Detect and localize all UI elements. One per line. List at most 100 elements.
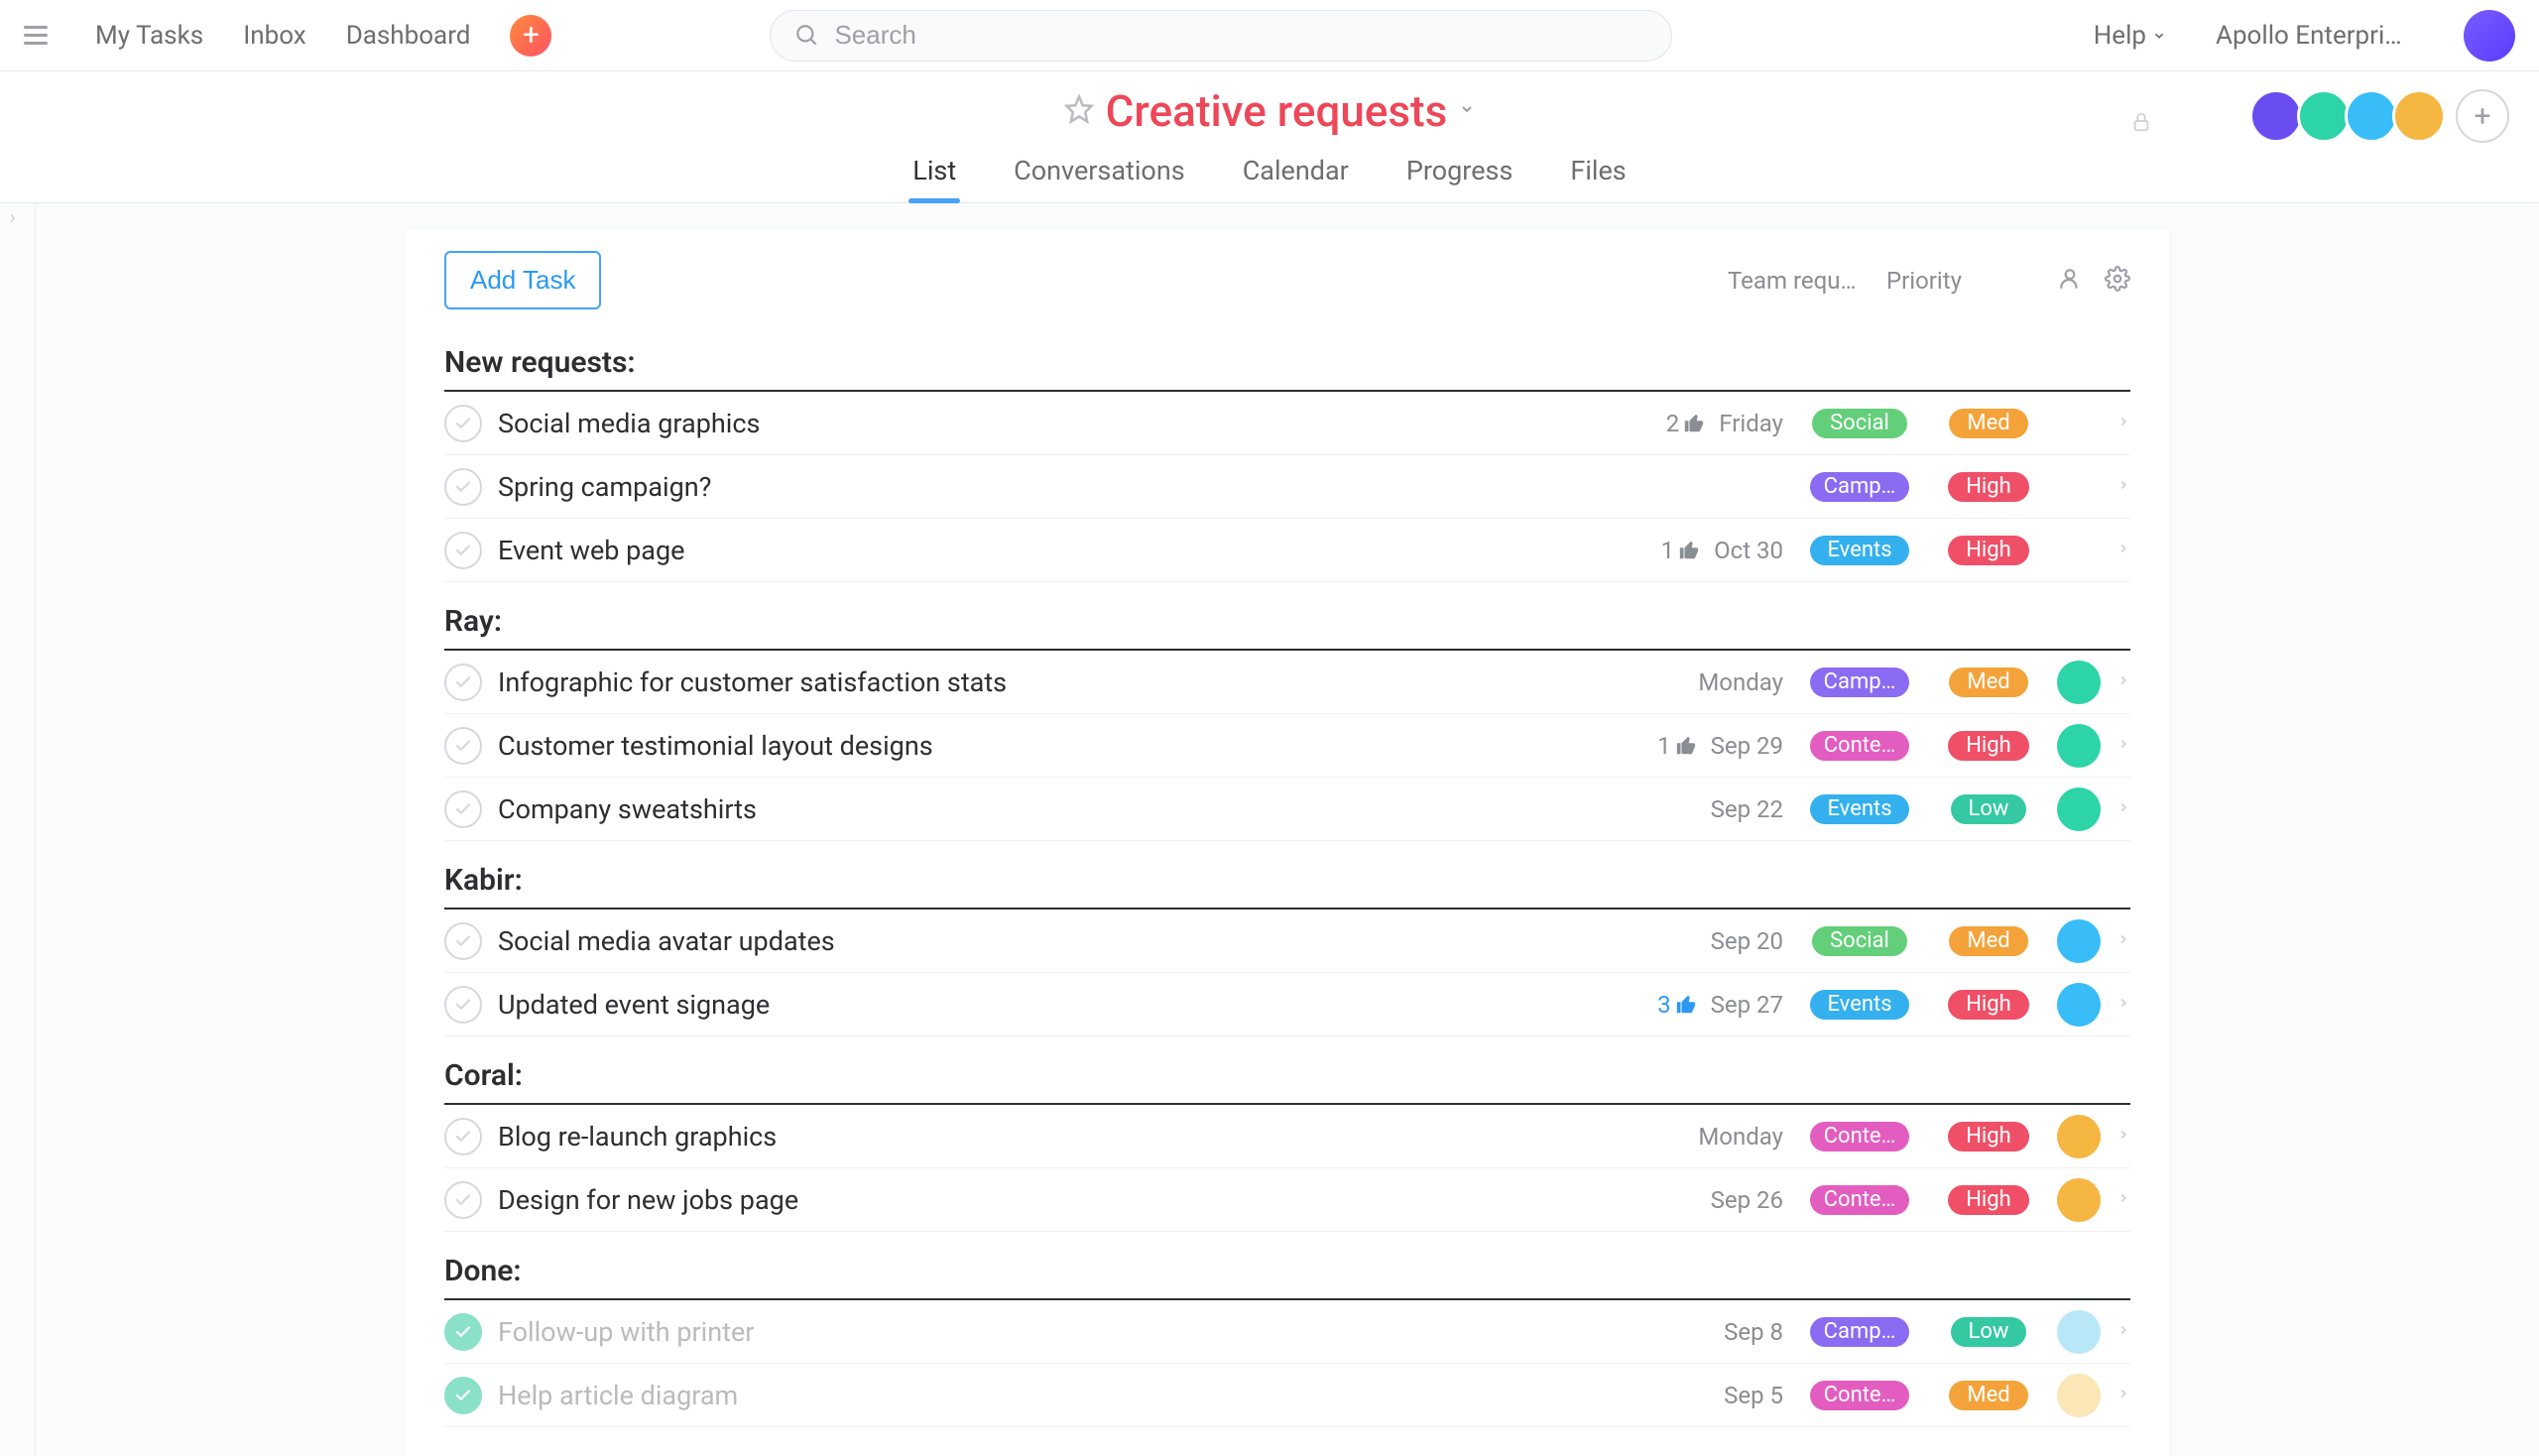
task-row[interactable]: Spring campaign?Camp…High xyxy=(444,455,2130,519)
tab-calendar[interactable]: Calendar xyxy=(1239,147,1353,202)
team-tag[interactable]: Camp… xyxy=(1810,472,1909,502)
open-task-icon[interactable] xyxy=(2116,541,2130,559)
open-task-icon[interactable] xyxy=(2116,672,2130,691)
assignee-avatar[interactable] xyxy=(2057,919,2101,963)
priority-tag[interactable]: Med xyxy=(1949,926,2027,956)
search-box[interactable] xyxy=(770,10,1672,61)
open-task-icon[interactable] xyxy=(2116,799,2130,818)
tab-files[interactable]: Files xyxy=(1566,147,1630,202)
project-title[interactable]: Creative requests xyxy=(1106,85,1448,137)
member-avatar[interactable] xyxy=(2345,89,2398,143)
open-task-icon[interactable] xyxy=(2116,1322,2130,1341)
section-title[interactable]: Ray: xyxy=(444,582,2130,651)
open-task-icon[interactable] xyxy=(2116,1190,2130,1209)
priority-tag[interactable]: Low xyxy=(1951,1317,2027,1347)
priority-tag[interactable]: High xyxy=(1948,472,2029,502)
team-tag[interactable]: Events xyxy=(1810,536,1909,565)
complete-checkbox[interactable] xyxy=(444,405,482,442)
team-tag[interactable]: Events xyxy=(1810,990,1909,1020)
open-task-icon[interactable] xyxy=(2116,995,2130,1014)
add-task-button[interactable]: Add Task xyxy=(444,251,601,309)
menu-icon[interactable] xyxy=(24,18,60,54)
sidebar-collapsed[interactable]: › xyxy=(0,203,36,1456)
user-avatar[interactable] xyxy=(2464,10,2515,61)
team-tag[interactable]: Conte… xyxy=(1810,1185,1909,1215)
task-row[interactable]: Social media avatar updatesSep 20SocialM… xyxy=(444,910,2130,973)
search-input[interactable] xyxy=(834,20,1647,51)
project-menu-caret[interactable] xyxy=(1459,101,1475,121)
column-team-request[interactable]: Team reque… xyxy=(1728,267,1857,295)
task-row[interactable]: Help article diagramSep 5Conte…Med xyxy=(444,1364,2130,1427)
open-task-icon[interactable] xyxy=(2116,1386,2130,1404)
team-tag[interactable]: Social xyxy=(1812,926,1907,956)
star-icon[interactable] xyxy=(1064,94,1094,128)
complete-checkbox[interactable] xyxy=(444,986,482,1024)
section-title[interactable]: New requests: xyxy=(444,323,2130,392)
priority-tag[interactable]: Med xyxy=(1949,667,2027,697)
lock-icon[interactable] xyxy=(2130,111,2152,137)
tab-list[interactable]: List xyxy=(908,147,960,202)
task-row[interactable]: Design for new jobs pageSep 26Conte…High xyxy=(444,1168,2130,1232)
assignee-avatar[interactable] xyxy=(2057,1178,2101,1222)
workspace-switcher[interactable]: Apollo Enterpris… xyxy=(2216,21,2414,51)
task-row[interactable]: Follow-up with printerSep 8Camp…Low xyxy=(444,1300,2130,1364)
tab-progress[interactable]: Progress xyxy=(1402,147,1517,202)
task-row[interactable]: Infographic for customer satisfaction st… xyxy=(444,651,2130,714)
complete-checkbox[interactable] xyxy=(444,727,482,765)
task-row[interactable]: Company sweatshirtsSep 22EventsLow xyxy=(444,778,2130,841)
assignee-avatar[interactable] xyxy=(2057,1115,2101,1158)
complete-checkbox[interactable] xyxy=(444,790,482,828)
complete-checkbox[interactable] xyxy=(444,532,482,569)
priority-tag[interactable]: High xyxy=(1948,1122,2029,1152)
open-task-icon[interactable] xyxy=(2116,414,2130,432)
team-tag[interactable]: Camp… xyxy=(1810,667,1909,697)
team-tag[interactable]: Conte… xyxy=(1810,731,1909,761)
section-title[interactable]: Coral: xyxy=(444,1036,2130,1105)
team-tag[interactable]: Conte… xyxy=(1810,1122,1909,1152)
team-tag[interactable]: Events xyxy=(1810,794,1909,824)
assignee-avatar[interactable] xyxy=(2057,1310,2101,1354)
assignee-avatar[interactable] xyxy=(2057,983,2101,1027)
member-avatar[interactable] xyxy=(2249,89,2303,143)
complete-checkbox[interactable] xyxy=(444,1313,482,1351)
priority-tag[interactable]: Med xyxy=(1949,1381,2027,1410)
quick-add-button[interactable]: + xyxy=(510,15,551,57)
assignee-avatar[interactable] xyxy=(2057,1374,2101,1417)
nav-inbox[interactable]: Inbox xyxy=(243,21,306,51)
task-row[interactable]: Event web page1Oct 30EventsHigh xyxy=(444,519,2130,582)
team-tag[interactable]: Camp… xyxy=(1810,1317,1909,1347)
open-task-icon[interactable] xyxy=(2116,736,2130,755)
nav-dashboard[interactable]: Dashboard xyxy=(346,21,471,51)
team-tag[interactable]: Social xyxy=(1812,409,1907,438)
column-priority[interactable]: Priority xyxy=(1886,267,1995,295)
open-task-icon[interactable] xyxy=(2116,931,2130,950)
assignee-avatar[interactable] xyxy=(2057,788,2101,831)
complete-checkbox[interactable] xyxy=(444,1377,482,1414)
assignee-avatar[interactable] xyxy=(2057,661,2101,704)
likes-count[interactable]: 1 xyxy=(1657,732,1697,760)
gear-icon[interactable] xyxy=(2105,266,2130,296)
priority-tag[interactable]: High xyxy=(1948,990,2029,1020)
help-menu[interactable]: Help xyxy=(2094,21,2166,51)
task-row[interactable]: Updated event signage3Sep 27EventsHigh xyxy=(444,973,2130,1036)
open-task-icon[interactable] xyxy=(2116,477,2130,496)
priority-tag[interactable]: Med xyxy=(1949,409,2027,438)
likes-count[interactable]: 3 xyxy=(1657,991,1697,1019)
assignee-column-icon[interactable] xyxy=(2057,266,2083,296)
likes-count[interactable]: 1 xyxy=(1661,537,1701,564)
complete-checkbox[interactable] xyxy=(444,664,482,701)
team-tag[interactable]: Conte… xyxy=(1810,1381,1909,1410)
nav-my-tasks[interactable]: My Tasks xyxy=(95,21,203,51)
priority-tag[interactable]: High xyxy=(1948,1185,2029,1215)
likes-count[interactable]: 2 xyxy=(1666,410,1706,437)
section-title[interactable]: Done: xyxy=(444,1232,2130,1300)
expand-sidebar-icon[interactable]: › xyxy=(10,207,15,228)
member-avatar[interactable] xyxy=(2297,89,2351,143)
task-row[interactable]: Blog re-launch graphicsMondayConte…High xyxy=(444,1105,2130,1168)
open-task-icon[interactable] xyxy=(2116,1127,2130,1146)
tab-conversations[interactable]: Conversations xyxy=(1010,147,1189,202)
section-title[interactable]: Kabir: xyxy=(444,841,2130,910)
complete-checkbox[interactable] xyxy=(444,922,482,960)
task-row[interactable]: Customer testimonial layout designs1Sep … xyxy=(444,714,2130,778)
complete-checkbox[interactable] xyxy=(444,1181,482,1219)
